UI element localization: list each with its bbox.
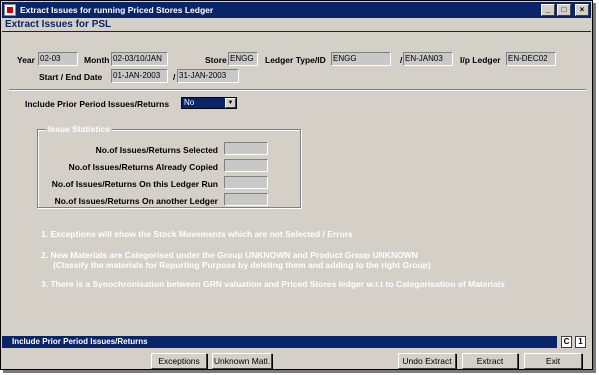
ledger-type-field[interactable]: ENGG xyxy=(331,52,391,66)
undo-extract-button[interactable]: Undo Extract xyxy=(398,353,456,369)
status-box-count: 1 xyxy=(575,336,586,348)
issue-statistics-legend: Issue Statistics xyxy=(46,124,112,134)
note-3: 3. There is a Synochronisation between G… xyxy=(41,279,505,289)
minimize-icon[interactable]: _ xyxy=(541,4,555,16)
issue-statistics-group: Issue Statistics No.of Issues/Returns Se… xyxy=(37,124,301,208)
end-date-field[interactable]: 31-JAN-2003 xyxy=(177,69,239,83)
status-bar: Include Prior Period Issues/Returns xyxy=(2,336,557,348)
month-field[interactable]: 02-03/10/JAN xyxy=(111,52,168,66)
stat-field-copied[interactable] xyxy=(224,159,268,172)
start-end-date-label: Start / End Date xyxy=(39,72,103,82)
date-slash: / xyxy=(173,72,176,82)
year-label: Year xyxy=(17,55,35,65)
extract-issues-window: Extract Issues for running Priced Stores… xyxy=(0,0,593,370)
maximize-icon[interactable]: □ xyxy=(557,4,571,16)
app-icon xyxy=(4,4,16,16)
stat-field-this-ledger[interactable] xyxy=(224,176,268,189)
exceptions-button[interactable]: Exceptions xyxy=(151,353,207,369)
title-bar: Extract Issues for running Priced Stores… xyxy=(2,2,591,18)
prior-period-select[interactable]: No ▼ xyxy=(181,97,237,109)
ip-ledger-label: I/p Ledger xyxy=(460,55,501,65)
close-icon[interactable]: × xyxy=(575,4,589,16)
start-date-field[interactable]: 01-JAN-2003 xyxy=(111,69,168,83)
note-2-detail: (Classify the materials for Reporting Pu… xyxy=(53,260,431,270)
store-label: Store xyxy=(205,55,227,65)
year-field[interactable]: 02-03 xyxy=(38,52,78,66)
ledger-type-label: Ledger Type/ID xyxy=(265,55,326,65)
extract-button[interactable]: Extract xyxy=(462,353,518,369)
window-title: Extract Issues for running Priced Stores… xyxy=(20,5,214,15)
stat-field-another-ledger[interactable] xyxy=(224,193,268,206)
store-field[interactable]: ENGG xyxy=(228,52,258,66)
stat-label-another-ledger: No.of Issues/Returns On another Ledger xyxy=(54,196,218,206)
prior-period-value: No xyxy=(184,98,195,107)
ip-ledger-field[interactable]: EN-DEC02 xyxy=(506,52,556,66)
stat-label-copied: No.of Issues/Returns Already Copied xyxy=(68,162,218,172)
page-title: Extract Issues for PSL xyxy=(2,18,591,32)
stat-label-this-ledger: No.of Issues/Returns On this Ledger Run xyxy=(51,179,218,189)
divider xyxy=(9,89,586,91)
month-label: Month xyxy=(84,55,110,65)
status-box-mode: C xyxy=(561,336,572,348)
ledger-id-field[interactable]: EN-JAN03 xyxy=(403,52,453,66)
note-1: 1. Exceptions will show the Stock Moveme… xyxy=(41,229,353,239)
exit-button[interactable]: Exit xyxy=(524,353,582,369)
unknown-matl-button[interactable]: Unknown Matl. xyxy=(212,353,272,369)
prior-period-label: Include Prior Period Issues/Returns xyxy=(25,99,170,109)
note-2: 2. New Materials are Categorised under t… xyxy=(41,250,418,260)
chevron-down-icon[interactable]: ▼ xyxy=(225,98,236,108)
stat-label-selected: No.of Issues/Returns Selected xyxy=(95,145,218,155)
stat-field-selected[interactable] xyxy=(224,142,268,155)
